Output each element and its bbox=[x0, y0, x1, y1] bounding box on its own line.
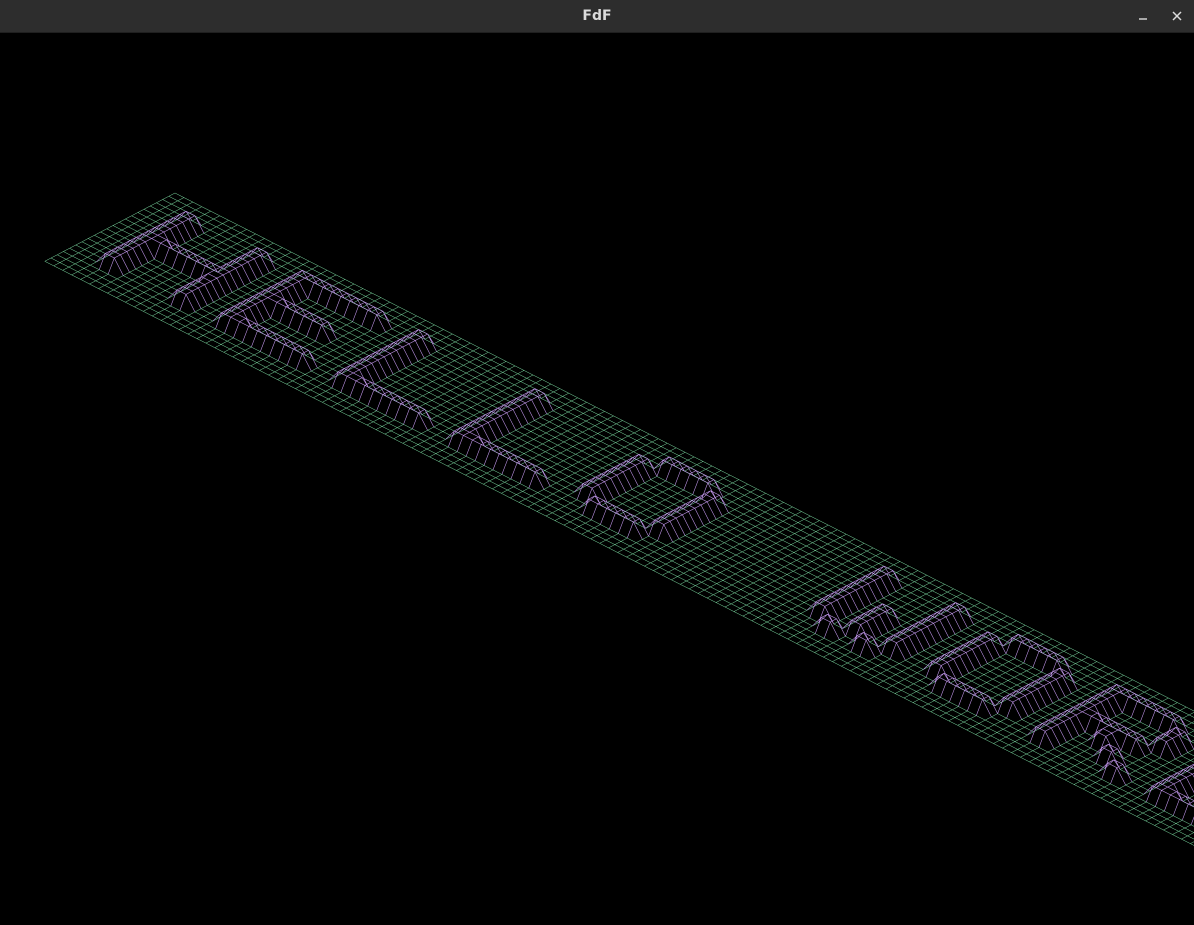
close-button[interactable] bbox=[1165, 4, 1189, 28]
minimize-icon bbox=[1139, 18, 1147, 20]
raised-letters-mesh bbox=[96, 210, 1194, 825]
title-bar[interactable]: FdF bbox=[0, 0, 1194, 33]
base-plane-mesh bbox=[44, 192, 1194, 846]
render-canvas[interactable] bbox=[0, 33, 1194, 925]
window-title: FdF bbox=[582, 8, 612, 24]
fdf-window: FdF bbox=[0, 0, 1194, 925]
wireframe-grid bbox=[44, 192, 1194, 846]
close-icon bbox=[1172, 11, 1182, 21]
wireframe-map bbox=[44, 192, 1194, 846]
minimize-button[interactable] bbox=[1131, 4, 1155, 28]
